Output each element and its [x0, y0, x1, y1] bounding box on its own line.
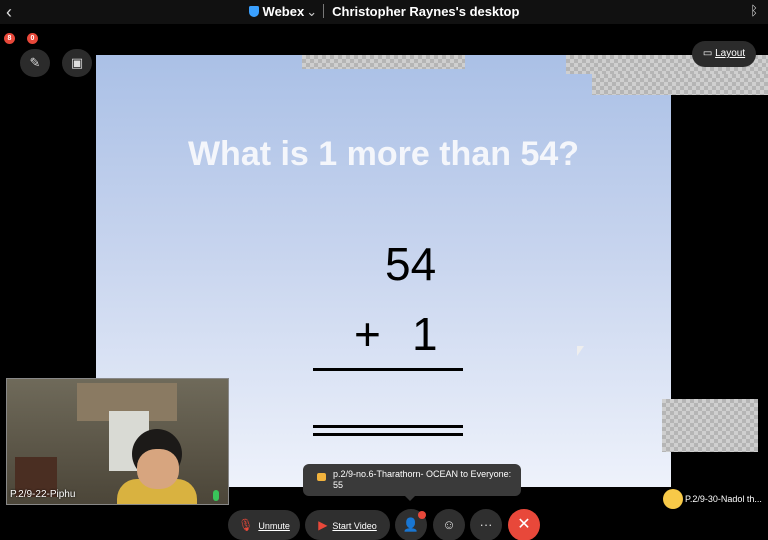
chat-sender: p.2/9-no.6-Tharathorn- OCEAN to Everyone… [333, 469, 512, 479]
slide-question: What is 1 more than 54? [187, 135, 580, 173]
pen-icon[interactable]: ✎ [20, 49, 50, 77]
self-video[interactable] [6, 378, 229, 505]
video-person-face [137, 449, 179, 489]
chat-notification[interactable]: p.2/9-no.6-Tharathorn- OCEAN to Everyone… [303, 464, 521, 501]
mic-muted-icon: 🎙 [238, 518, 254, 532]
bluetooth-icon: ᛒ [750, 3, 758, 18]
screen-icon[interactable]: ▣ [62, 49, 92, 77]
redaction-mask [592, 74, 768, 95]
recording-indicator-2: 0 [27, 33, 38, 44]
meeting-title: Webex ⌄ Christopher Raynes's desktop [0, 4, 768, 20]
self-name-label: P.2/9-22-Piphu [10, 489, 76, 500]
redaction-mask [662, 399, 758, 452]
sum-line [313, 368, 463, 371]
divider [323, 4, 325, 18]
redaction-mask [302, 55, 465, 69]
layout-button[interactable]: ▭ Layout [692, 41, 756, 67]
start-video-label: Start Video [332, 521, 377, 531]
chat-icon [317, 473, 326, 481]
answer-line-1 [313, 425, 463, 428]
top-bar: ‹ Webex ⌄ Christopher Raynes's desktop ᛒ [0, 0, 768, 24]
mic-on-icon [213, 490, 219, 501]
layout-label: Layout [715, 48, 746, 59]
addend-1: 54 [385, 238, 437, 290]
webex-shield-icon [248, 6, 259, 17]
session-title: Christopher Raynes's desktop [332, 4, 520, 19]
smile-emoji-icon [663, 489, 683, 509]
addend-2: 1 [412, 308, 438, 360]
answer-line-2 [313, 433, 463, 436]
close-icon[interactable]: ✕ [508, 509, 540, 540]
mouse-cursor-icon [577, 346, 584, 356]
chat-message: 55 [333, 480, 344, 490]
recording-indicator: 8 [4, 33, 15, 44]
more-icon[interactable]: ··· [470, 509, 502, 540]
app-name[interactable]: Webex [263, 4, 305, 19]
notification-badge [418, 511, 426, 519]
participant-tile[interactable]: P.2/9-30-Nadol th... [661, 488, 768, 510]
unmute-label: Unmute [258, 521, 290, 531]
participant-name: P.2/9-30-Nadol th... [685, 494, 762, 504]
start-video-button[interactable]: ▶ Start Video [305, 510, 390, 540]
video-off-icon: ▶ [318, 518, 328, 532]
unmute-button[interactable]: 🎙 Unmute [228, 510, 300, 540]
layout-icon: ▭ [702, 48, 713, 59]
smile-icon[interactable]: ☺ [433, 509, 465, 540]
plus-sign: + [354, 308, 381, 360]
chevron-down-icon[interactable]: ⌄ [306, 4, 317, 19]
